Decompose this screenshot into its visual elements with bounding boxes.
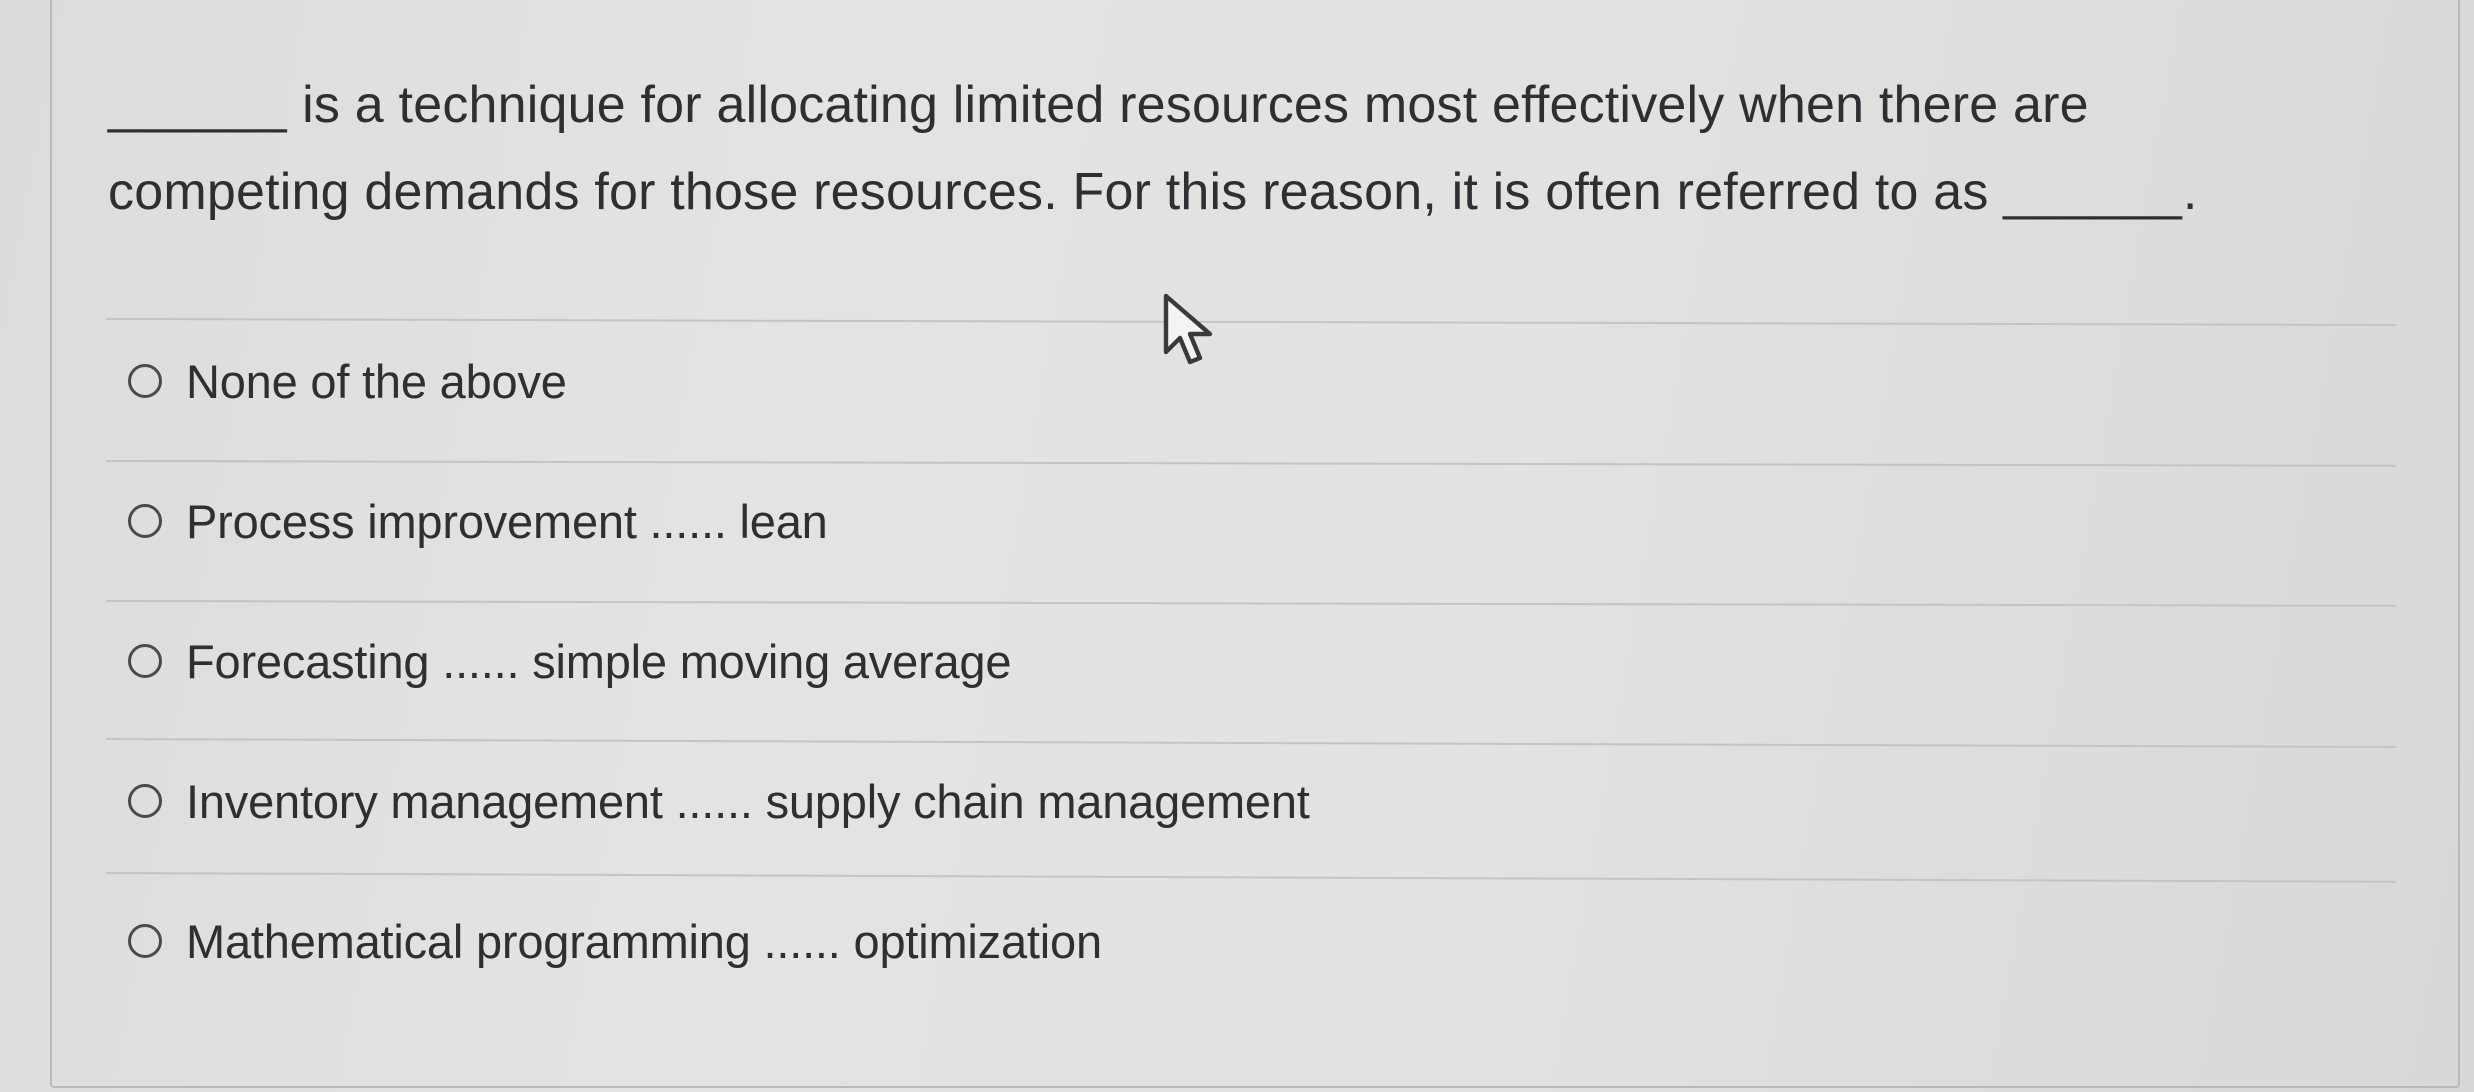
- option-label: Process improvement ...... lean: [186, 494, 828, 548]
- mouse-pointer-icon: [1163, 293, 1213, 365]
- answer-option-process-improvement[interactable]: Process improvement ...... lean: [128, 486, 828, 556]
- question-line-1: ______ is a technique for allocating lim…: [108, 62, 2428, 149]
- answer-option-none-of-the-above[interactable]: None of the above: [128, 346, 567, 416]
- answer-option-mathematical-programming[interactable]: Mathematical programming ...... optimiza…: [128, 906, 1102, 976]
- option-label: None of the above: [186, 354, 567, 408]
- question-blank-1: ______: [108, 76, 288, 134]
- question-text: ______ is a technique for allocating lim…: [108, 62, 2428, 236]
- question-blank-2: ______: [2003, 163, 2183, 221]
- question-line-2-text: competing demands for those resources. F…: [108, 163, 2004, 221]
- radio-button[interactable]: [128, 504, 162, 538]
- radio-button[interactable]: [128, 784, 162, 818]
- question-line-1-text: is a technique for allocating limited re…: [287, 76, 2089, 134]
- answer-option-inventory-management[interactable]: Inventory management ...... supply chain…: [128, 766, 1310, 836]
- option-label: Forecasting ...... simple moving average: [186, 634, 1012, 688]
- radio-button[interactable]: [128, 644, 162, 678]
- answer-option-forecasting[interactable]: Forecasting ...... simple moving average: [128, 626, 1012, 696]
- option-label: Mathematical programming ...... optimiza…: [186, 914, 1102, 968]
- question-line-2: competing demands for those resources. F…: [108, 149, 2428, 236]
- question-line-2-period: .: [2182, 163, 2198, 221]
- option-label: Inventory management ...... supply chain…: [186, 774, 1310, 828]
- radio-button[interactable]: [128, 364, 162, 398]
- radio-button[interactable]: [128, 924, 162, 958]
